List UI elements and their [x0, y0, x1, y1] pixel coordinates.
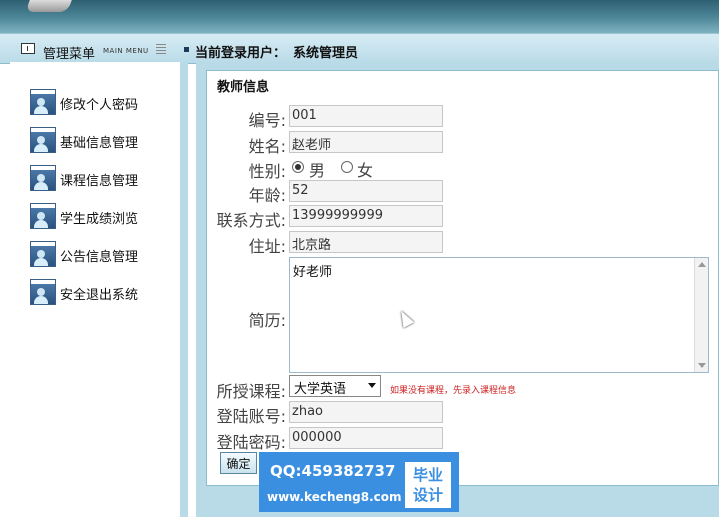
menu-title-en: MAIN MENU — [103, 47, 149, 55]
watermark: QQ:459382737 www.kecheng8.com 毕业 设计 — [259, 452, 459, 512]
resume-label: 简历: — [248, 311, 286, 330]
logo-image — [25, 0, 73, 12]
phone-label: 联系方式: — [216, 211, 286, 230]
user-icon — [30, 279, 56, 305]
watermark-box: 毕业 设计 — [405, 462, 451, 508]
menu-title: 管理菜单 — [43, 47, 96, 62]
top-banner — [0, 0, 719, 34]
gender-male-label: 男 — [309, 161, 326, 180]
scroll-down-icon[interactable] — [698, 363, 706, 368]
account-label: 登陆账号: — [216, 407, 286, 426]
sidebar-item-label: 修改个人密码 — [60, 98, 139, 113]
age-field[interactable]: 52 — [289, 180, 443, 202]
bullet-icon — [184, 47, 189, 52]
menu-lines-icon — [156, 44, 166, 54]
name-field[interactable]: 赵老师 — [289, 131, 443, 153]
user-icon — [30, 127, 56, 153]
age-label: 年龄: — [248, 186, 286, 205]
user-icon — [30, 203, 56, 229]
gender-label: 性别: — [248, 162, 286, 181]
current-user-name: 系统管理员 — [293, 46, 359, 61]
password-field[interactable]: 000000 — [289, 427, 443, 449]
menu-icon — [21, 43, 35, 54]
watermark-url: www.kecheng8.com — [267, 490, 402, 504]
resume-textarea[interactable]: 好老师 — [289, 257, 709, 373]
sidebar-item-grades[interactable]: 学生成绩浏览 — [30, 203, 190, 233]
sidebar-item-change-password[interactable]: 修改个人密码 — [30, 89, 190, 119]
course-label: 所授课程: — [216, 382, 286, 401]
sidebar-item-label: 基础信息管理 — [60, 136, 139, 151]
id-label: 编号: — [248, 111, 286, 130]
course-hint: 如果没有课程，先录入课程信息 — [390, 386, 517, 396]
address-label: 住址: — [248, 237, 286, 256]
gender-female-label: 女 — [357, 161, 374, 180]
resume-scrollbar[interactable] — [694, 258, 708, 372]
user-icon — [30, 241, 56, 267]
chevron-down-icon — [368, 383, 376, 388]
name-label: 姓名: — [248, 137, 286, 156]
account-field[interactable]: zhao — [289, 401, 443, 423]
phone-field[interactable]: 13999999999 — [289, 205, 443, 227]
watermark-line1: 毕业 — [412, 466, 443, 484]
gender-male-radio[interactable] — [292, 161, 304, 173]
watermark-line2: 设计 — [412, 486, 443, 504]
address-field[interactable]: 北京路 — [289, 231, 443, 253]
sidebar-item-label: 学生成绩浏览 — [60, 212, 139, 227]
scroll-up-icon[interactable] — [698, 262, 706, 267]
user-icon — [30, 165, 56, 191]
sidebar-item-label: 课程信息管理 — [60, 174, 139, 189]
id-field[interactable]: 001 — [289, 105, 443, 127]
submit-button[interactable]: 确定 — [220, 452, 257, 474]
form-title: 教师信息 — [217, 80, 270, 95]
gender-female-radio[interactable] — [341, 161, 353, 173]
current-user-label: 当前登录用户： — [195, 46, 287, 61]
password-label: 登陆密码: — [216, 433, 286, 452]
sidebar-item-label: 公告信息管理 — [60, 250, 139, 265]
sidebar-item-course-info[interactable]: 课程信息管理 — [30, 165, 190, 195]
user-icon — [30, 89, 56, 115]
watermark-qq: QQ:459382737 — [270, 462, 396, 480]
sidebar-item-logout[interactable]: 安全退出系统 — [30, 279, 190, 309]
sidebar-item-label: 安全退出系统 — [60, 288, 139, 303]
sidebar-item-announcements[interactable]: 公告信息管理 — [30, 241, 190, 271]
sidebar-item-basic-info[interactable]: 基础信息管理 — [30, 127, 190, 157]
